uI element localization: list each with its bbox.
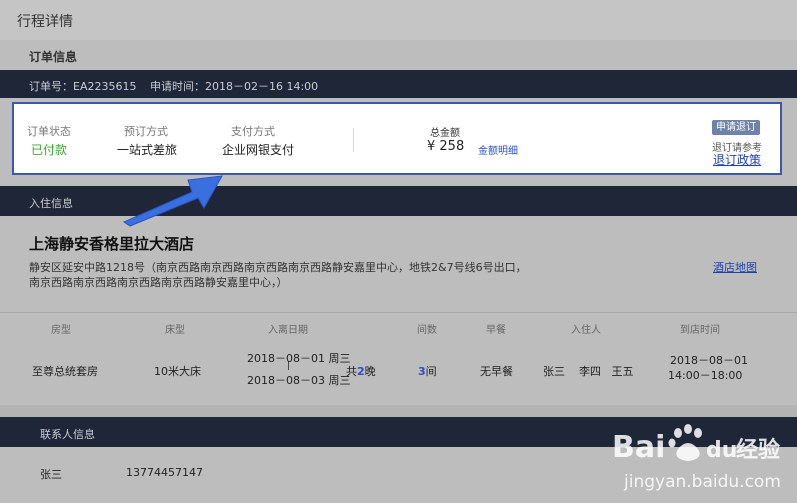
section-gap xyxy=(0,405,797,417)
total-label: 总金额 xyxy=(430,128,460,139)
bed-type-value: 10米大床 xyxy=(154,365,201,378)
booking-label: 预订方式 xyxy=(124,125,168,138)
arrival-date-value: 2018－08－01 xyxy=(670,354,748,367)
hotel-address-line1: 静安区延安中路1218号（南京西路南京西路南京西路南京西路静安嘉里中心，地铁2&… xyxy=(29,261,527,274)
hotel-map-link[interactable]: 酒店地图 xyxy=(713,259,757,275)
guests-value: 张三 李四 王五 xyxy=(543,365,634,378)
request-refund-button[interactable]: 申请退订 xyxy=(712,120,760,135)
watermark-brand2: du xyxy=(706,438,737,463)
apply-time: 申请时间：2018－02－16 14:00 xyxy=(150,80,319,93)
col-rooms: 间数 xyxy=(417,325,437,336)
order-meta-bar: 订单号：EA2235615 申请时间：2018－02－16 14:00 xyxy=(0,70,797,98)
hotel-name: 上海静安香格里拉大酒店 xyxy=(29,235,195,253)
breakfast-value: 无早餐 xyxy=(480,365,513,378)
contact-section-title: 联系人信息 xyxy=(40,428,95,441)
watermark-brand: Bai xyxy=(612,430,665,465)
order-section-header: 订单信息 xyxy=(0,40,797,70)
card-divider xyxy=(353,128,354,152)
status-label: 订单状态 xyxy=(27,125,71,138)
nights-prefix: 共 xyxy=(346,365,357,378)
nights-value: 共2晚 xyxy=(346,363,376,379)
watermark-cn: 经验 xyxy=(736,437,780,463)
date-separator: | xyxy=(287,361,291,371)
annotation-arrow-icon xyxy=(122,175,223,227)
total-value: ¥ 258 xyxy=(427,139,465,154)
checkin-section-title: 入住信息 xyxy=(29,197,73,210)
nights-suffix: 晚 xyxy=(364,365,376,378)
col-arrival: 到店时间 xyxy=(680,325,720,336)
status-value: 已付款 xyxy=(31,143,68,157)
room-type-value: 至尊总统套房 xyxy=(32,365,98,378)
nights-number: 2 xyxy=(357,365,365,378)
col-breakfast: 早餐 xyxy=(486,325,506,336)
contact-name: 张三 xyxy=(40,468,62,481)
baidu-logo-icon: Bai du 经验 jingyan.baidu.com xyxy=(612,424,781,492)
col-room-type: 房型 xyxy=(51,325,71,336)
refund-policy-link[interactable]: 退订政策 xyxy=(713,151,761,168)
baidu-jingyan-watermark: Bai du 经验 jingyan.baidu.com xyxy=(612,419,787,497)
col-bed-type: 床型 xyxy=(165,325,185,336)
booking-value: 一站式差旅 xyxy=(117,143,178,157)
payment-label: 支付方式 xyxy=(231,125,275,138)
amount-detail-link[interactable]: 金额明细 xyxy=(478,142,518,157)
date-out-value: 2018－08－03 周三 xyxy=(247,374,351,387)
date-in-value: 2018－08－01 周三 xyxy=(247,352,351,365)
order-number: 订单号：EA2235615 xyxy=(29,80,137,93)
col-guests: 入住人 xyxy=(571,325,601,336)
title-bar: 行程详情 xyxy=(0,0,797,40)
arrival-time-value: 14:00－18:00 xyxy=(668,369,743,382)
col-dates: 入离日期 xyxy=(268,325,308,336)
rooms-value: 3间 xyxy=(418,363,437,379)
payment-value: 企业网银支付 xyxy=(222,143,295,157)
page-title: 行程详情 xyxy=(17,14,73,30)
hotel-address-line2: 南京西路南京西路南京西路南京西路静安嘉里中心，） xyxy=(29,276,288,289)
rooms-number: 3 xyxy=(418,365,426,378)
contact-phone: 13774457147 xyxy=(126,466,203,479)
rooms-suffix: 间 xyxy=(425,365,437,378)
order-section-title: 订单信息 xyxy=(29,50,78,64)
watermark-url: jingyan.baidu.com xyxy=(623,472,781,492)
